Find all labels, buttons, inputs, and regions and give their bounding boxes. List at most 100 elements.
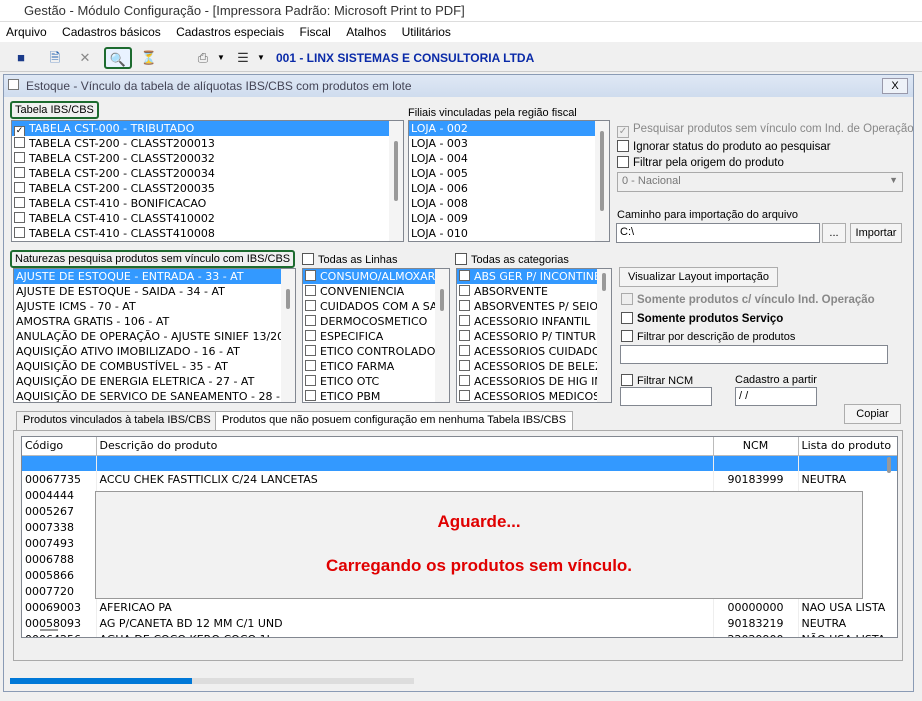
tabela-item[interactable]: TABELA CST-410 - CLASST410008 (12, 226, 403, 241)
categoria-checkbox[interactable] (459, 345, 470, 356)
natureza-item[interactable]: AQUISIÇÃO DE ENERGIA ELETRICA - 27 - AT (14, 374, 295, 389)
menu-cadastros-basicos[interactable]: Cadastros básicos (56, 22, 167, 42)
natureza-item[interactable]: AMOSTRA GRATIS - 106 - AT (14, 314, 295, 329)
descricao-input[interactable] (620, 345, 888, 364)
categoria-item[interactable]: ABS GER P/ INCONTINE (457, 269, 611, 284)
save-icon[interactable]: ■ (10, 47, 32, 69)
categoria-checkbox[interactable] (459, 270, 470, 281)
filial-item[interactable]: LOJA - 005 (409, 166, 609, 181)
tabela-item[interactable]: TABELA CST-200 - CLASST200034 (12, 166, 403, 181)
todas-categorias-checkbox[interactable] (455, 253, 467, 265)
linha-checkbox[interactable] (305, 330, 316, 341)
linha-checkbox[interactable] (305, 345, 316, 356)
categoria-checkbox[interactable] (459, 300, 470, 311)
linha-item[interactable]: DERMOCOSMETICO (303, 314, 449, 329)
naturezas-scrollbar[interactable] (281, 269, 295, 402)
filial-item[interactable]: LOJA - 008 (409, 196, 609, 211)
search-icon[interactable]: 🔍 (104, 47, 132, 69)
natureza-item[interactable]: ANULAÇÃO DE OPERAÇÃO - AJUSTE SINIEF 13/… (14, 329, 295, 344)
caminho-input[interactable]: C:\ (616, 223, 820, 243)
ignorar-status-checkbox[interactable] (617, 140, 629, 152)
tabela-checkbox[interactable] (14, 167, 25, 178)
somente-vinculo-option[interactable]: Somente produtos c/ vínculo Ind. Operaçã… (621, 293, 875, 306)
natureza-item[interactable]: AQUISIÇÃO ATIVO IMOBILIZADO - 16 - AT (14, 344, 295, 359)
categoria-checkbox[interactable] (459, 390, 470, 401)
tabela-item[interactable]: TABELA CST-200 - CLASST200013 (12, 136, 403, 151)
col-lista[interactable]: Lista do produto (798, 437, 897, 456)
categoria-item[interactable]: ACESSORIO INFANTIL (457, 314, 611, 329)
linha-item[interactable]: CONSUMO/ALMOXARI (303, 269, 449, 284)
col-descricao[interactable]: Descrição do produto (96, 437, 714, 456)
menu-atalhos[interactable]: Atalhos (340, 22, 392, 42)
categoria-checkbox[interactable] (459, 315, 470, 326)
pesquisar-sem-vinculo-checkbox[interactable]: ✓ (617, 126, 629, 138)
tabela-scrollbar[interactable] (389, 121, 403, 241)
filial-item[interactable]: LOJA - 003 (409, 136, 609, 151)
grid-hscroll-thumb[interactable] (40, 629, 58, 631)
tabela-checkbox[interactable] (14, 137, 25, 148)
natureza-item[interactable]: AQUISIÇÃO DE SERVICO DE SANEAMENTO - 28 … (14, 389, 295, 402)
print-dropdown-icon[interactable]: ▼ (210, 47, 232, 69)
natureza-item[interactable]: AJUSTE DE ESTOQUE - SAIDA - 34 - AT (14, 284, 295, 299)
new-document-icon[interactable]: 🗎 (44, 47, 66, 69)
tabela-item[interactable]: TABELA CST-200 - CLASST200032 (12, 151, 403, 166)
natureza-item[interactable]: AJUSTE DE ESTOQUE - ENTRADA - 33 - AT (14, 269, 295, 284)
categoria-item[interactable]: ACESSORIO P/ TINTUR (457, 329, 611, 344)
natureza-item[interactable]: AJUSTE ICMS - 70 - AT (14, 299, 295, 314)
linhas-list[interactable]: CONSUMO/ALMOXARI CONVENIENCIA CUIDADOS COM… (302, 268, 450, 403)
tabela-list[interactable]: ✓ TABELA CST-000 - TRIBUTADO TABELA CST-20… (11, 120, 404, 242)
filial-item[interactable]: LOJA - 010 (409, 226, 609, 241)
ignorar-status-option[interactable]: Ignorar status do produto ao pesquisar (617, 140, 831, 153)
filtrar-ncm-option[interactable]: Filtrar NCM (621, 374, 693, 387)
somente-vinculo-checkbox[interactable] (621, 293, 633, 305)
linha-checkbox[interactable] (305, 375, 316, 386)
pesquisar-sem-vinculo-option[interactable]: ✓ Pesquisar produtos sem vínculo com Ind.… (617, 123, 914, 138)
menu-fiscal[interactable]: Fiscal (294, 22, 337, 42)
linhas-scrollbar[interactable] (435, 269, 449, 402)
filial-item[interactable]: LOJA - 002 (409, 121, 609, 136)
col-codigo[interactable]: Código (22, 437, 97, 456)
grid-scroll-thumb[interactable] (887, 457, 891, 473)
linha-checkbox[interactable] (305, 270, 316, 281)
filial-item[interactable]: LOJA - 014 (409, 241, 609, 242)
filtrar-origem-option[interactable]: Filtrar pela origem do produto (617, 156, 784, 169)
menu-cadastros-especiais[interactable]: Cadastros especiais (170, 22, 290, 42)
categoria-item[interactable]: ACESSORIOS DE HIG IN (457, 374, 611, 389)
list-dropdown-icon[interactable]: ▼ (250, 47, 272, 69)
categoria-item[interactable]: ACESSORIOS MEDICOS (457, 389, 611, 402)
tab-vinculados[interactable]: Produtos vinculados à tabela IBS/CBS (16, 411, 218, 430)
menu-utilitarios[interactable]: Utilitários (396, 22, 457, 42)
linha-item[interactable]: CONVENIENCIA (303, 284, 449, 299)
tabela-checkbox[interactable] (14, 182, 25, 193)
linha-checkbox[interactable] (305, 315, 316, 326)
linha-item[interactable]: ETICO CONTROLADO (303, 344, 449, 359)
tabela-checkbox[interactable] (14, 152, 25, 163)
table-row[interactable]: 00067735 ACCU CHEK FASTTICLIX C/24 LANCET… (22, 471, 897, 487)
visualizar-layout-button[interactable]: Visualizar Layout importação (619, 267, 778, 287)
linha-item[interactable]: ETICO PBM (303, 389, 449, 402)
filtrar-descricao-option[interactable]: Filtrar por descrição de produtos (621, 330, 795, 343)
table-row[interactable]: 00064256AGUA DE COCO KERO COCO 1L2202990… (22, 631, 897, 637)
todas-categorias-option[interactable]: Todas as categorias (455, 253, 569, 266)
linha-item[interactable]: CUIDADOS COM A SAL (303, 299, 449, 314)
copiar-button[interactable]: Copiar (844, 404, 901, 424)
natureza-item[interactable]: AQUISIÇÃO DE COMBUSTÍVEL - 35 - AT (14, 359, 295, 374)
linha-checkbox[interactable] (305, 285, 316, 296)
filial-item[interactable]: LOJA - 004 (409, 151, 609, 166)
browse-button[interactable]: ... (822, 223, 846, 243)
tabela-item[interactable]: ✓ TABELA CST-000 - TRIBUTADO (12, 121, 403, 136)
categoria-checkbox[interactable] (459, 330, 470, 341)
tabela-checkbox[interactable] (14, 197, 25, 208)
table-row[interactable] (22, 455, 897, 471)
filial-item[interactable]: LOJA - 006 (409, 181, 609, 196)
tabela-checkbox[interactable] (14, 227, 25, 238)
tab-sem-configuracao[interactable]: Produtos que não posuem configuração em … (215, 411, 574, 430)
categoria-item[interactable]: ABSORVENTES P/ SEIO (457, 299, 611, 314)
categoria-item[interactable]: ABSORVENTE (457, 284, 611, 299)
tabela-item[interactable]: TABELA CST-410 - CLASST410002 (12, 211, 403, 226)
close-button[interactable]: X (882, 78, 908, 94)
somente-servico-option[interactable]: Somente produtos Serviço (621, 312, 783, 325)
linha-checkbox[interactable] (305, 390, 316, 401)
linha-checkbox[interactable] (305, 300, 316, 311)
clock-icon[interactable]: ⏳ (138, 47, 160, 69)
